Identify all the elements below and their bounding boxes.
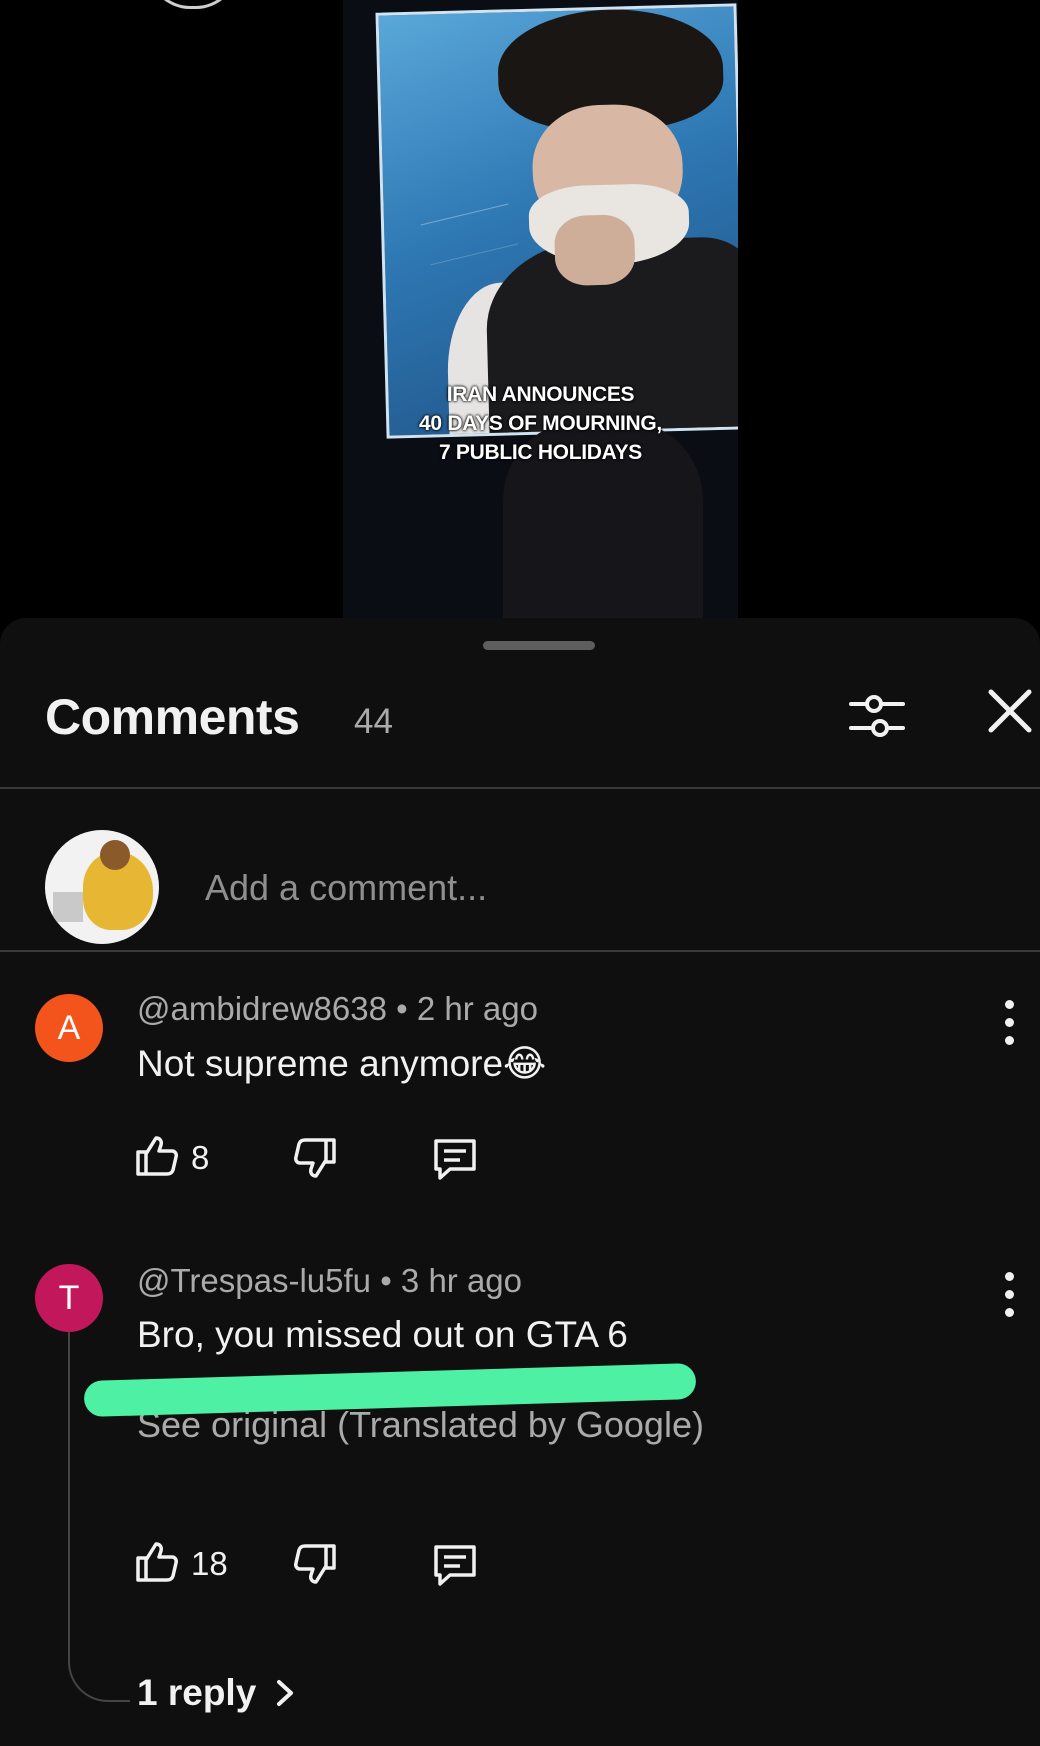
commenter-avatar[interactable]: A	[35, 994, 103, 1062]
comments-count: 44	[354, 702, 393, 741]
comments-title: Comments	[45, 689, 300, 745]
dislike-button[interactable]	[292, 1136, 338, 1187]
like-button[interactable]	[134, 1132, 180, 1183]
avatar	[45, 830, 159, 944]
caption-line-3: 7 PUBLIC HOLIDAYS	[439, 441, 642, 464]
portrait-poster	[375, 3, 738, 439]
comments-header: Comments 44	[0, 688, 1040, 788]
add-comment-row	[0, 816, 1040, 946]
video-frame: IRAN ANNOUNCES 40 DAYS OF MOURNING, 7 PU…	[343, 0, 738, 620]
comment-more-button[interactable]	[996, 998, 1026, 1048]
reply-button[interactable]	[430, 1135, 480, 1188]
replies-label: 1 reply	[137, 1672, 257, 1713]
drag-handle[interactable]	[483, 641, 595, 650]
thumbs-up-icon	[136, 1542, 178, 1582]
thumbs-down-icon	[294, 1544, 336, 1584]
caption-line-2: 40 DAYS OF MOURNING,	[419, 412, 662, 435]
reply-icon	[434, 1139, 476, 1180]
video-caption: IRAN ANNOUNCES 40 DAYS OF MOURNING, 7 PU…	[343, 380, 738, 467]
dislike-button[interactable]	[292, 1542, 338, 1593]
close-icon	[988, 689, 1032, 733]
comment-meta[interactable]: @ambidrew8638 • 2 hr ago	[137, 990, 538, 1028]
reply-button[interactable]	[430, 1541, 480, 1594]
like-count: 18	[191, 1545, 228, 1582]
filter-button[interactable]	[845, 684, 909, 748]
channel-avatar-ring	[148, 0, 238, 9]
avatar-letter: T	[58, 1279, 80, 1317]
chevron-right-icon	[276, 1680, 293, 1706]
add-comment-divider	[0, 950, 1040, 952]
caption-line-1: IRAN ANNOUNCES	[446, 383, 635, 406]
filter-icon	[849, 695, 905, 737]
close-button[interactable]	[985, 686, 1040, 746]
reply-icon	[434, 1545, 476, 1586]
like-count: 8	[191, 1139, 210, 1176]
comment-text: Not supreme anymore😂	[137, 1043, 547, 1084]
video-player[interactable]: IRAN ANNOUNCES 40 DAYS OF MOURNING, 7 PU…	[0, 0, 1040, 620]
like-button[interactable]	[134, 1538, 180, 1589]
add-comment-input[interactable]	[203, 866, 987, 910]
thumbs-up-icon	[136, 1136, 178, 1176]
comment-meta[interactable]: @Trespas-lu5fu • 3 hr ago	[137, 1262, 522, 1300]
comment-text: Bro, you missed out on GTA 6	[137, 1314, 628, 1355]
view-replies-link[interactable]: 1 reply	[137, 1672, 297, 1714]
avatar-letter: A	[57, 1009, 81, 1047]
commenter-avatar[interactable]: T	[35, 1264, 103, 1332]
thumbs-down-icon	[294, 1138, 336, 1178]
comment-more-button[interactable]	[996, 1270, 1026, 1320]
header-divider	[0, 787, 1040, 789]
